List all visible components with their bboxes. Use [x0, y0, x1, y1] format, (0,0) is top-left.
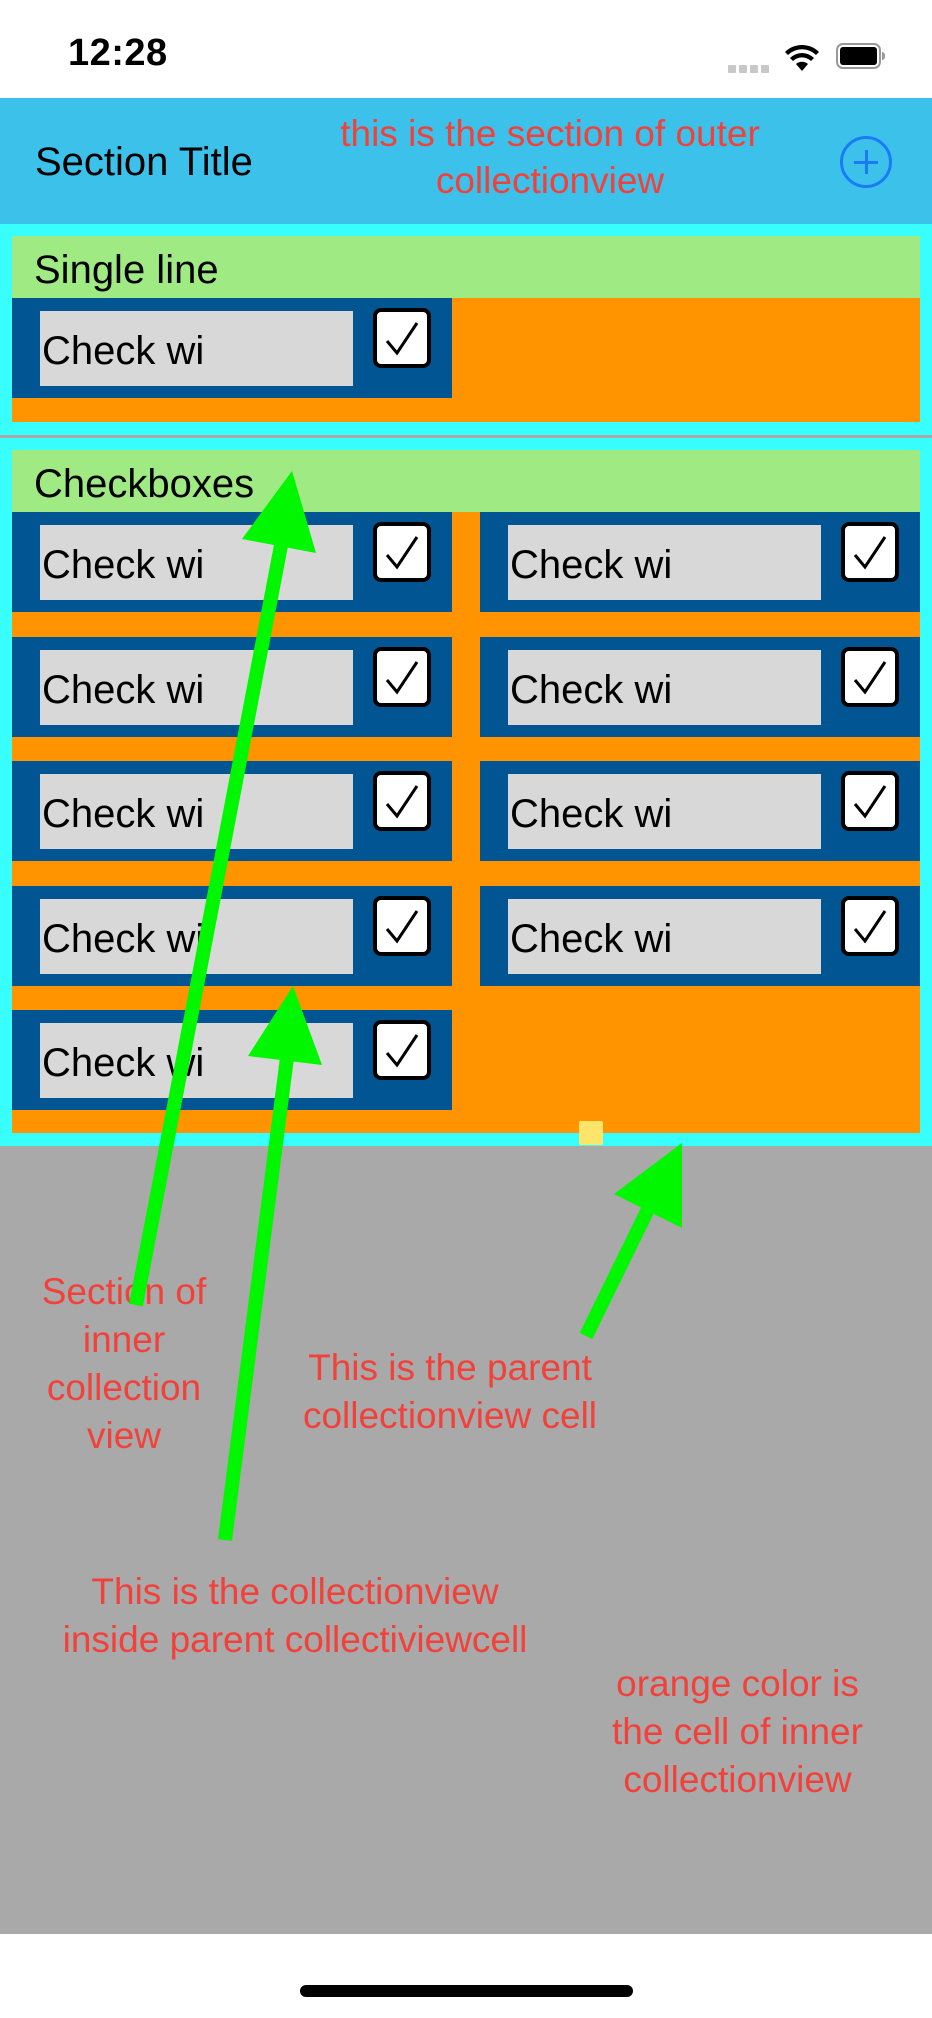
add-button[interactable] — [840, 136, 892, 188]
inner-collectionview-checkboxes: Check wi Check wi Check wi Check wi Check wi… — [12, 512, 920, 1133]
cell-label: Check wi — [508, 898, 821, 974]
checkmark-icon — [385, 660, 419, 695]
home-indicator — [300, 1985, 633, 1997]
checkbox-cell[interactable]: Check wi — [480, 885, 920, 986]
annotation-parent-cell: This is the parent collectionview cell — [302, 1347, 598, 1436]
checkbox-cell[interactable]: Check wi — [480, 636, 920, 737]
checkbox[interactable] — [841, 522, 899, 582]
cellular-signal-icon — [728, 60, 772, 73]
checkbox[interactable] — [373, 771, 431, 831]
checkmark-icon — [853, 660, 887, 695]
checkbox[interactable] — [841, 646, 899, 707]
checkmark-icon — [385, 909, 419, 944]
cell-label: Check wi — [508, 774, 821, 849]
checkbox[interactable] — [373, 522, 431, 582]
inner-section-header-single-line: Single line — [12, 236, 920, 298]
cell-label: Check wi — [508, 525, 821, 600]
cell-label: Check wi — [40, 898, 353, 974]
scroll-indicator — [579, 1121, 603, 1145]
inner-collectionview-single-line: Check wi — [12, 298, 920, 422]
checkbox-cell[interactable]: Check wi — [12, 1010, 452, 1110]
cell-label: Check wi — [508, 649, 821, 725]
status-time: 12:28 — [68, 32, 168, 74]
section-title: Section Title — [35, 140, 253, 184]
checkbox[interactable] — [373, 1020, 431, 1080]
checkbox-cell[interactable]: Check wi — [12, 298, 452, 398]
inner-section-title: Checkboxes — [34, 462, 255, 506]
checkbox-cell[interactable]: Check wi — [480, 512, 920, 612]
checkmark-icon — [385, 1034, 419, 1068]
battery-icon — [836, 43, 886, 69]
checkmark-icon — [385, 785, 419, 819]
cell-label: Check wi — [40, 311, 353, 386]
inner-section-header-checkboxes: Checkboxes — [12, 450, 920, 512]
annotation-inner-collectionview: This is the collectionview inside parent… — [62, 1571, 528, 1660]
checkmark-icon — [853, 909, 887, 944]
checkbox-cell[interactable]: Check wi — [12, 636, 452, 737]
cell-label: Check wi — [40, 525, 353, 600]
cell-label: Check wi — [40, 774, 353, 849]
annotation-orange-cell: orange color is the cell of inner collec… — [612, 1663, 863, 1800]
checkbox-cell[interactable]: Check wi — [12, 761, 452, 861]
checkmark-icon — [385, 322, 419, 356]
cell-label: Check wi — [40, 1023, 353, 1098]
outer-section-annotation: this is the section of outer collectionv… — [340, 113, 760, 201]
checkbox-cell[interactable]: Check wi — [480, 761, 920, 861]
checkbox-cell[interactable]: Check wi — [12, 512, 452, 612]
checkbox[interactable] — [373, 308, 431, 368]
checkmark-icon — [385, 536, 419, 570]
inner-section-title: Single line — [34, 248, 219, 292]
checkbox[interactable] — [841, 895, 899, 956]
checkmark-icon — [853, 785, 887, 819]
checkbox[interactable] — [373, 646, 431, 707]
annotation-section-of-inner: Section of inner collection view — [41, 1271, 207, 1456]
cell-label: Check wi — [40, 649, 353, 725]
wifi-icon — [785, 44, 819, 72]
section-separator — [0, 435, 932, 438]
checkbox[interactable] — [841, 771, 899, 831]
checkmark-icon — [853, 536, 887, 570]
background-area — [0, 1146, 932, 1934]
checkbox-cell[interactable]: Check wi — [12, 885, 452, 986]
checkbox[interactable] — [373, 895, 431, 956]
